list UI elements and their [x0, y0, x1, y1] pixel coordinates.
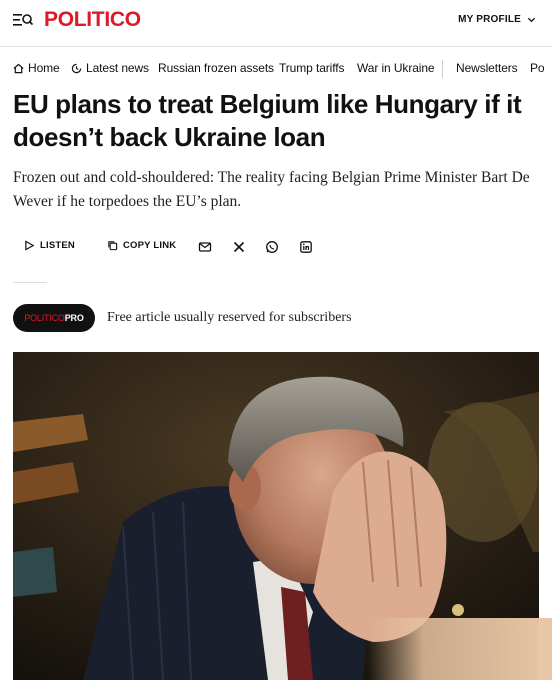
chevron-down-icon: [527, 17, 536, 23]
nav-item-label: Po: [530, 61, 545, 75]
mail-icon[interactable]: [198, 240, 212, 254]
home-icon: [13, 63, 24, 73]
article-headline: EU plans to treat Belgium like Hungary i…: [13, 89, 522, 152]
menu-search-icon[interactable]: [13, 12, 33, 28]
nav-item-label: Newsletters: [456, 61, 518, 75]
nav-item-label: Russian frozen assets: [158, 61, 274, 75]
listen-button[interactable]: LISTEN: [24, 240, 75, 251]
my-profile-label: MY PROFILE: [458, 14, 521, 25]
clock-icon: [71, 63, 82, 73]
header-divider: [0, 46, 552, 47]
politico-pro-badge[interactable]: POLITICO PRO: [13, 304, 95, 332]
my-profile-button[interactable]: MY PROFILE: [458, 14, 536, 25]
listen-label: LISTEN: [40, 240, 75, 251]
section-divider: [13, 282, 47, 283]
subscriber-note: Free article usually reserved for subscr…: [107, 310, 352, 325]
nav-item-label: Home: [28, 61, 60, 75]
copy-link-button[interactable]: COPY LINK: [107, 240, 176, 251]
linkedin-icon[interactable]: [299, 240, 313, 254]
nav-item-latest-news[interactable]: Latest news: [71, 61, 149, 75]
nav-separator: [442, 60, 443, 78]
share-bar: LISTEN COPY LINK: [0, 234, 552, 262]
nav-item-home[interactable]: Home: [13, 61, 60, 75]
article-dek: Frozen out and cold-shouldered: The real…: [13, 169, 530, 210]
nav-item-newsletters[interactable]: Newsletters: [456, 61, 518, 75]
copy-icon: [108, 241, 118, 251]
pro-badge-pro: PRO: [64, 313, 84, 323]
politico-logo[interactable]: POLITICO: [44, 8, 141, 32]
nav-item-label: War in Ukraine: [357, 61, 435, 75]
play-icon: [25, 240, 35, 251]
pro-badge-brand: POLITICO: [24, 313, 65, 323]
whatsapp-icon[interactable]: [265, 240, 279, 254]
copy-link-label: COPY LINK: [123, 240, 177, 251]
photo-corner-blur: [368, 618, 552, 680]
nav-item-war-in-ukraine[interactable]: War in Ukraine: [357, 61, 435, 75]
nav-item-russian-frozen-assets[interactable]: Russian frozen assets: [158, 61, 274, 75]
x-icon[interactable]: [232, 240, 246, 254]
nav-item-truncated[interactable]: Po: [530, 61, 545, 75]
top-bar: POLITICO MY PROFILE: [0, 0, 552, 44]
nav-item-label: Latest news: [86, 61, 149, 75]
nav-item-trump-tariffs[interactable]: Trump tariffs: [279, 61, 344, 75]
nav-item-label: Trump tariffs: [279, 61, 345, 75]
main-nav: Home Latest news Russian frozen assets T…: [0, 52, 552, 84]
